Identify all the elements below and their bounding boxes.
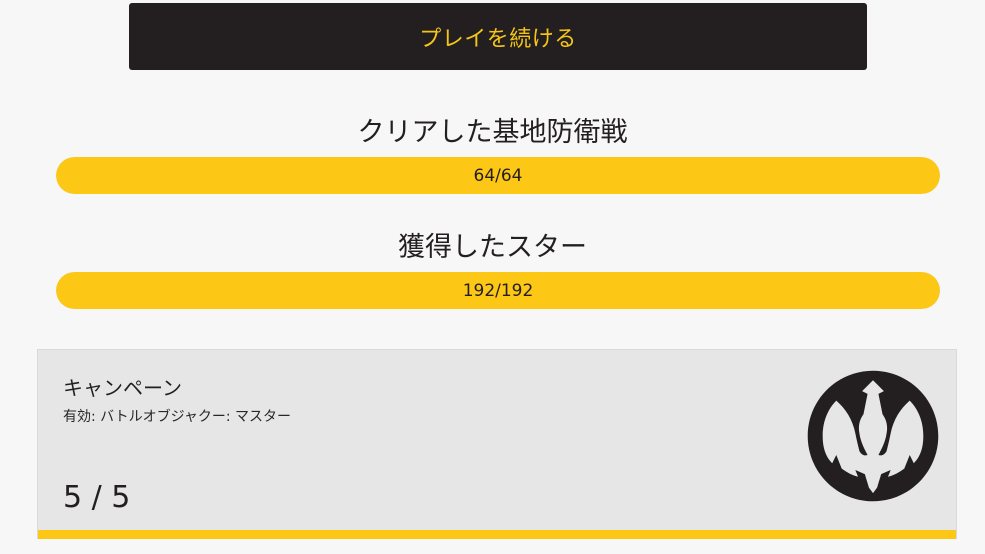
rebel-alliance-icon [807,370,939,502]
bases-cleared-progress-bar: 64/64 [56,157,940,194]
campaign-card[interactable]: キャンペーン 有効: バトルオブジャクー: マスター 5 / 5 [37,349,957,539]
campaign-count: 5 / 5 [63,480,131,515]
stars-earned-title: 獲得したスター [398,232,587,263]
continue-playing-button[interactable]: プレイを続ける [129,3,867,70]
bases-cleared-title: クリアした基地防衛戦 [357,117,628,148]
campaign-progress-bar [38,530,956,539]
stars-earned-progress-bar: 192/192 [56,272,940,309]
stars-earned-progress-text: 192/192 [462,280,534,301]
campaign-title: キャンペーン [63,376,182,400]
continue-playing-label: プレイを続ける [419,26,577,52]
campaign-active-status: 有効: バトルオブジャクー: マスター [63,409,292,425]
bases-cleared-progress-text: 64/64 [473,165,523,186]
